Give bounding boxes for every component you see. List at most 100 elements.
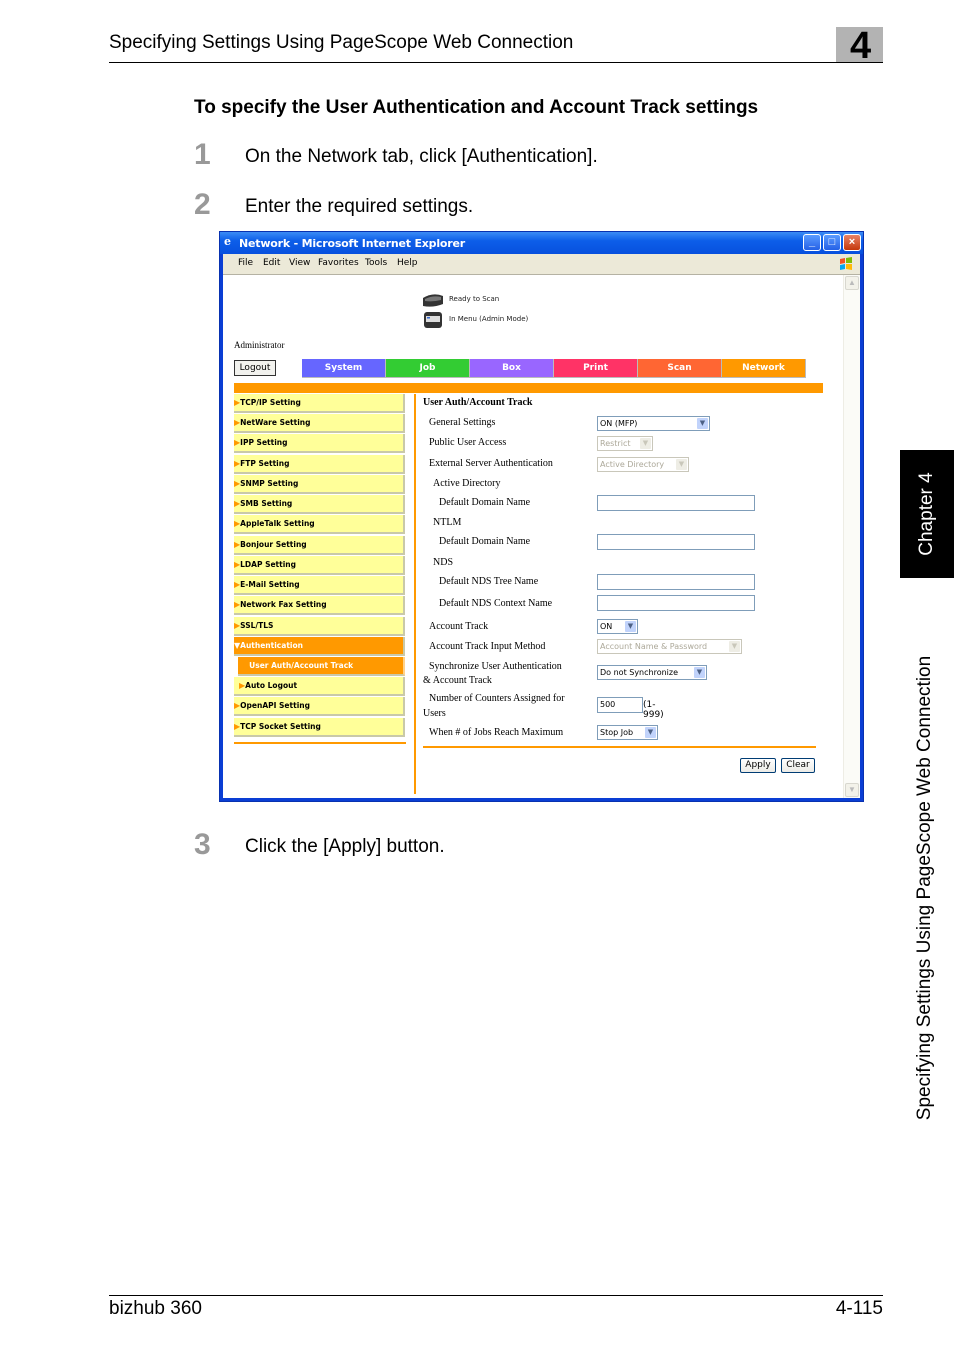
sidebar-item-label: IPP Setting xyxy=(240,438,288,447)
account-track-select[interactable]: ON ▼ xyxy=(597,619,638,634)
public-user-access-select[interactable]: Restrict ▼ xyxy=(597,436,653,451)
tab-system[interactable]: System xyxy=(302,359,386,378)
sidebar-item-label: AppleTalk Setting xyxy=(240,519,315,528)
menu-file[interactable]: File xyxy=(238,258,253,268)
step-number: 2 xyxy=(194,188,211,221)
form-bottom-rule xyxy=(423,746,816,748)
tab-job[interactable]: Job xyxy=(386,359,470,378)
minimize-button[interactable]: _ xyxy=(803,234,821,251)
clear-button[interactable]: Clear xyxy=(781,758,815,773)
account-track-label: Account Track xyxy=(429,621,489,632)
select-value: Do not Synchronize xyxy=(600,668,679,677)
close-button[interactable]: × xyxy=(843,234,861,251)
status-scan-text: Ready to Scan xyxy=(449,295,500,303)
menu-help[interactable]: Help xyxy=(397,258,418,268)
sidebar-item-smb[interactable]: ▶SMB Setting xyxy=(234,495,405,514)
tab-box[interactable]: Box xyxy=(470,359,554,378)
sidebar-item-netware[interactable]: ▶NetWare Setting xyxy=(234,414,405,433)
menu-bar: File Edit View Favorites Tools Help xyxy=(223,254,860,275)
side-section-label: Specifying Settings Using PageScope Web … xyxy=(914,655,935,1121)
select-value: Active Directory xyxy=(600,460,665,469)
sidebar-item-auto-logout[interactable]: ▶Auto Logout xyxy=(234,677,405,696)
tab-print[interactable]: Print xyxy=(554,359,638,378)
header-rule xyxy=(109,62,883,63)
jobs-max-label: When # of Jobs Reach Maximum xyxy=(429,727,564,738)
menu-view[interactable]: View xyxy=(289,258,310,268)
logout-button[interactable]: Logout xyxy=(234,360,276,376)
sidebar-item-tcpip[interactable]: ▶TCP/IP Setting xyxy=(234,394,405,413)
chevron-down-icon: ▼ xyxy=(645,727,656,738)
sync-select[interactable]: Do not Synchronize ▼ xyxy=(597,665,707,680)
browser-window: e Network - Microsoft Internet Explorer … xyxy=(219,231,864,802)
general-settings-select[interactable]: ON (MFP) ▼ xyxy=(597,416,710,431)
account-track-input-select[interactable]: Account Name & Password ▼ xyxy=(597,639,742,654)
ntlm-domain-input[interactable] xyxy=(597,534,755,550)
sidebar-item-ssl-tls[interactable]: ▶SSL/TLS xyxy=(234,617,405,636)
tab-network[interactable]: Network xyxy=(722,359,806,378)
sidebar-item-ftp[interactable]: ▶FTP Setting xyxy=(234,455,405,474)
sidebar-item-label: Authentication xyxy=(240,641,303,650)
ad-domain-label: Default Domain Name xyxy=(439,497,531,508)
sync-label: Synchronize User Authentication xyxy=(429,661,562,672)
external-server-auth-select[interactable]: Active Directory ▼ xyxy=(597,457,689,472)
sync-label-line2: & Account Track xyxy=(423,675,492,686)
menu-edit[interactable]: Edit xyxy=(263,258,280,268)
footer-page-number: 4-115 xyxy=(835,1298,883,1319)
external-server-auth-label: External Server Authentication xyxy=(429,458,553,469)
menu-favorites[interactable]: Favorites xyxy=(318,258,359,268)
select-value: ON xyxy=(600,622,613,631)
nds-context-label: Default NDS Context Name xyxy=(439,598,553,609)
sidebar-item-bonjour[interactable]: ▶Bonjour Setting xyxy=(234,536,405,555)
sidebar-item-email[interactable]: ▶E-Mail Setting xyxy=(234,576,405,595)
counters-range: (1-999) xyxy=(643,700,664,720)
select-value: Account Name & Password xyxy=(600,642,708,651)
menu-tools[interactable]: Tools xyxy=(365,258,387,268)
scroll-down-icon[interactable]: ▼ xyxy=(845,783,859,797)
apply-button[interactable]: Apply xyxy=(740,758,776,773)
step-text: Enter the required settings. xyxy=(245,196,474,217)
general-settings-label: General Settings xyxy=(429,417,496,428)
sidebar-item-label: User Auth/Account Track xyxy=(249,661,354,670)
sidebar-item-appletalk[interactable]: ▶AppleTalk Setting xyxy=(234,515,405,534)
tab-scan[interactable]: Scan xyxy=(638,359,722,378)
footer-product: bizhub 360 xyxy=(109,1298,202,1319)
counters-label: Number of Counters Assigned for xyxy=(429,693,565,704)
counters-label-line2: Users xyxy=(423,708,446,719)
chapter-number: 4 xyxy=(850,25,872,67)
nds-context-input[interactable] xyxy=(597,595,755,611)
sidebar-item-ldap[interactable]: ▶LDAP Setting xyxy=(234,556,405,575)
printer-icon xyxy=(424,312,442,328)
scroll-up-icon[interactable]: ▲ xyxy=(845,276,859,290)
sidebar-item-tcp-socket[interactable]: ▶TCP Socket Setting xyxy=(234,718,405,737)
chevron-down-icon: ▼ xyxy=(625,621,636,632)
nds-tree-input[interactable] xyxy=(597,574,755,590)
user-label: Administrator xyxy=(234,340,285,350)
browser-content: ▲ ▼ Ready to Scan In Menu (Admin Mode) A… xyxy=(223,275,860,798)
status-mode-text: In Menu (Admin Mode) xyxy=(449,315,529,323)
counters-input[interactable]: 500 xyxy=(597,697,643,713)
sidebar-item-snmp[interactable]: ▶SNMP Setting xyxy=(234,475,405,494)
ie-icon: e xyxy=(224,235,231,248)
chevron-down-icon: ▼ xyxy=(694,667,705,678)
browser-title: Network - Microsoft Internet Explorer xyxy=(239,237,465,250)
nds-label: NDS xyxy=(433,557,454,568)
sidebar-item-openapi[interactable]: ▶OpenAPI Setting xyxy=(234,697,405,716)
sidebar-item-label: LDAP Setting xyxy=(240,560,297,569)
ntlm-domain-label: Default Domain Name xyxy=(439,536,531,547)
step-number: 3 xyxy=(194,828,211,861)
vertical-scrollbar[interactable]: ▲ ▼ xyxy=(843,275,860,798)
chevron-down-icon: ▼ xyxy=(729,641,740,652)
sidebar-item-authentication[interactable]: ▼Authentication xyxy=(234,637,405,656)
sidebar-item-ipp[interactable]: ▶IPP Setting xyxy=(234,434,405,453)
sidebar-item-label: TCP Socket Setting xyxy=(240,722,321,731)
content-divider xyxy=(414,394,416,794)
sidebar-item-user-auth-account-track[interactable]: ▶User Auth/Account Track xyxy=(238,657,405,676)
sidebar-item-network-fax[interactable]: ▶Network Fax Setting xyxy=(234,596,405,615)
ad-domain-input[interactable] xyxy=(597,495,755,511)
account-track-input-label: Account Track Input Method xyxy=(429,641,546,652)
procedure-heading: To specify the User Authentication and A… xyxy=(194,97,759,118)
scanner-icon xyxy=(423,294,443,307)
jobs-max-select[interactable]: Stop Job ▼ xyxy=(597,725,658,740)
sidebar-item-label: TCP/IP Setting xyxy=(240,398,301,407)
maximize-button[interactable]: □ xyxy=(823,234,841,251)
